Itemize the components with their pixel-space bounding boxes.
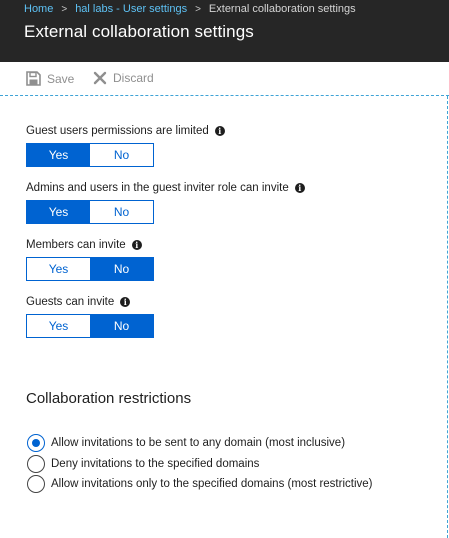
radio-button[interactable] <box>27 475 45 493</box>
setting-label-guests-invite: Guests can invite i <box>26 296 131 308</box>
section-heading-collaboration-restrictions: Collaboration restrictions <box>26 390 192 407</box>
toggle-guest-permissions: Yes No <box>26 143 154 167</box>
radio-label: Allow invitations only to the specified … <box>51 478 373 490</box>
breadcrumb-separator: > <box>195 3 201 15</box>
radio-option-allow-only-specified-domains[interactable]: Allow invitations only to the specified … <box>27 475 373 493</box>
toggle-no-option[interactable]: No <box>90 258 153 280</box>
close-icon <box>93 71 107 85</box>
toggle-yes-option[interactable]: Yes <box>27 315 90 337</box>
breadcrumb-user-settings-link[interactable]: hal labs - User settings <box>75 3 187 15</box>
setting-label-admins-invite: Admins and users in the guest inviter ro… <box>26 182 305 194</box>
toggle-yes-option[interactable]: Yes <box>27 258 90 280</box>
toggle-no-option[interactable]: No <box>90 144 153 166</box>
info-icon[interactable]: i <box>131 240 142 250</box>
setting-label-text: Guests can invite <box>26 296 115 308</box>
radio-button[interactable] <box>27 434 45 452</box>
toggle-yes-option[interactable]: Yes <box>27 144 90 166</box>
discard-label: Discard <box>113 71 154 85</box>
toggle-members-invite: Yes No <box>26 257 154 281</box>
page-title: External collaboration settings <box>24 22 254 41</box>
radio-option-deny-specified-domains[interactable]: Deny invitations to the specified domain… <box>27 455 259 473</box>
radio-option-allow-any-domain[interactable]: Allow invitations to be sent to any doma… <box>27 434 345 452</box>
info-icon[interactable]: i <box>120 297 131 307</box>
breadcrumb-separator: > <box>61 3 68 15</box>
setting-label-text: Members can invite <box>26 239 126 251</box>
setting-label-text: Admins and users in the guest inviter ro… <box>26 182 289 194</box>
setting-label-members-invite: Members can invite i <box>26 239 142 251</box>
toggle-yes-option[interactable]: Yes <box>27 201 90 223</box>
radio-button[interactable] <box>27 455 45 473</box>
toggle-no-option[interactable]: No <box>90 201 153 223</box>
discard-button[interactable]: Discard <box>93 71 154 85</box>
save-label: Save <box>47 71 75 86</box>
save-icon <box>26 71 41 86</box>
toggle-admins-invite: Yes No <box>26 200 154 224</box>
command-bar: Save Discard <box>0 62 449 96</box>
toggle-guests-invite: Yes No <box>26 314 154 338</box>
setting-label-text: Guest users permissions are limited <box>26 125 209 137</box>
info-icon[interactable]: i <box>294 183 305 193</box>
info-icon[interactable]: i <box>214 126 225 136</box>
breadcrumb-current: External collaboration settings <box>208 3 356 15</box>
radio-label: Allow invitations to be sent to any doma… <box>51 437 346 449</box>
radio-label: Deny invitations to the specified domain… <box>51 458 260 470</box>
save-button[interactable]: Save <box>26 71 74 86</box>
breadcrumb: Home > hal labs - User settings > Extern… <box>24 2 356 16</box>
blade-header: Home > hal labs - User settings > Extern… <box>0 0 449 62</box>
toggle-no-option[interactable]: No <box>90 315 153 337</box>
blade-edge <box>447 96 448 538</box>
setting-label-guest-permissions: Guest users permissions are limited i <box>26 125 225 137</box>
breadcrumb-home-link[interactable]: Home <box>24 3 53 15</box>
